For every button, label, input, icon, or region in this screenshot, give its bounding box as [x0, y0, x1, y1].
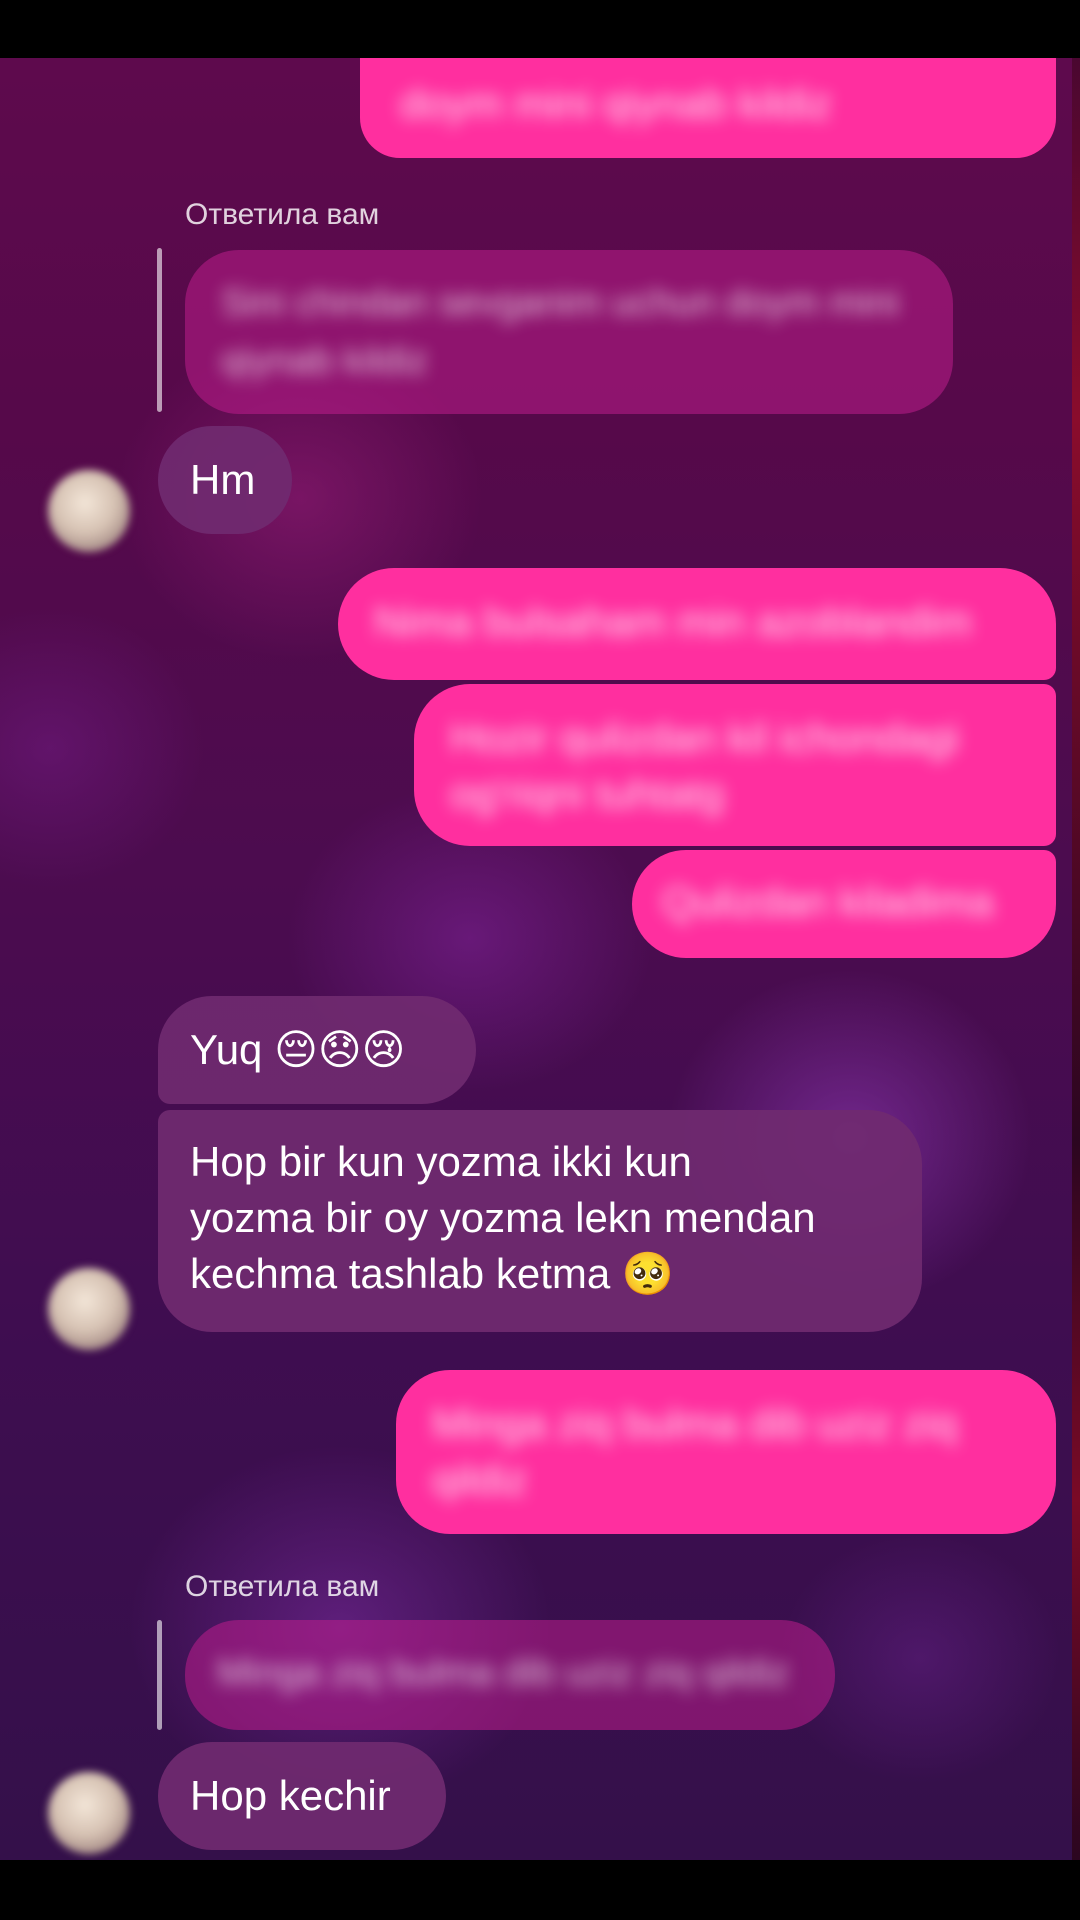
message-text: Hozir qulizdan kil ichondagi og'riqni tu… — [450, 714, 971, 817]
received-message-bubble[interactable]: Hop bir kun yozma ikki kun yozma bir oy … — [158, 1110, 922, 1332]
reply-label: Ответила вам — [185, 198, 380, 231]
sent-message-bubble[interactable]: doym mini qiynab kildiz — [360, 58, 1056, 158]
contact-avatar[interactable] — [48, 1772, 130, 1854]
received-message-bubble[interactable]: Hop kechir — [158, 1742, 446, 1850]
sent-message-bubble[interactable]: Nima bulsaham min azoblandim — [338, 568, 1056, 680]
right-edge-strip — [1072, 58, 1080, 1860]
contact-avatar[interactable] — [48, 470, 130, 552]
message-text: Hm — [190, 456, 256, 503]
message-text: Qulizdan kiladima — [662, 878, 994, 925]
message-text: doym mini qiynab kildiz — [400, 80, 832, 127]
top-bar — [0, 0, 1080, 58]
bottom-bar — [0, 1860, 1080, 1920]
message-text: Minga ziq bulma dib uziz ziq qildiz — [432, 1400, 969, 1503]
sent-message-bubble[interactable]: Hozir qulizdan kil ichondagi og'riqni tu… — [414, 684, 1056, 846]
reply-label: Ответила вам — [185, 1570, 380, 1603]
message-text: Yuq 😔😞😢 — [190, 1026, 406, 1073]
quoted-message-bubble[interactable]: Minga ziq bulma dib uziz ziq qildiz — [185, 1620, 835, 1730]
contact-avatar[interactable] — [48, 1268, 130, 1350]
message-text: Hop kechir — [190, 1772, 391, 1819]
sent-message-bubble[interactable]: Qulizdan kiladima — [632, 850, 1056, 958]
message-text: Hop bir kun yozma ikki kun yozma bir oy … — [190, 1138, 816, 1297]
reply-indicator-line — [157, 1620, 162, 1730]
quoted-message-text: Sini chindan sevganim uchun doym mini qi… — [221, 282, 910, 382]
quoted-message-text: Minga ziq bulma dib uziz ziq qildiz — [217, 1652, 790, 1694]
quoted-message-bubble[interactable]: Sini chindan sevganim uchun doym mini qi… — [185, 250, 953, 414]
chat-thread[interactable]: doym mini qiynab kildiz Ответила вам Sin… — [0, 58, 1080, 1860]
received-message-bubble[interactable]: Hm — [158, 426, 292, 534]
sent-message-bubble[interactable]: Minga ziq bulma dib uziz ziq qildiz — [396, 1370, 1056, 1534]
message-text: Nima bulsaham min azoblandim — [374, 598, 972, 645]
received-message-bubble[interactable]: Yuq 😔😞😢 — [158, 996, 476, 1104]
reply-indicator-line — [157, 248, 162, 412]
